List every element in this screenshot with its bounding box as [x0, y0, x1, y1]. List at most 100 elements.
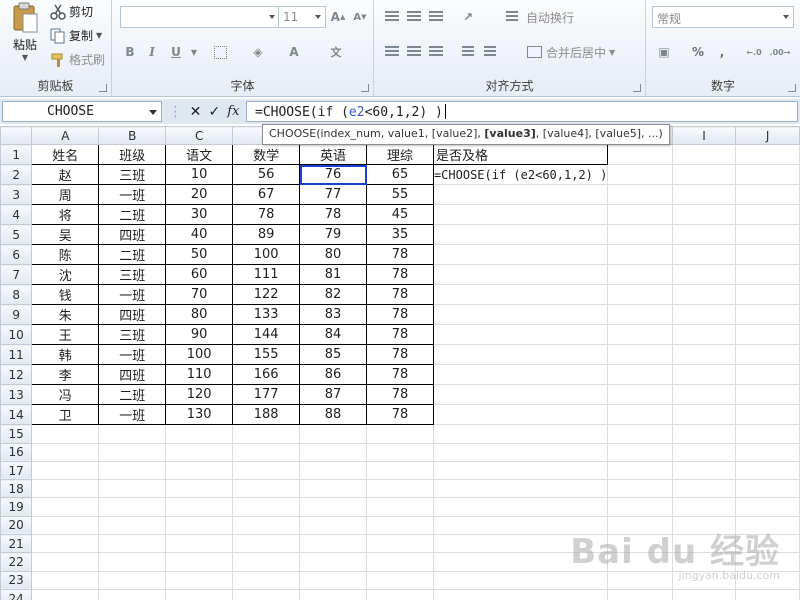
cell[interactable] — [432, 552, 609, 572]
cell[interactable] — [31, 460, 100, 481]
cell[interactable] — [607, 204, 673, 226]
underline-icon[interactable]: U — [166, 42, 186, 62]
cell[interactable]: 65 — [366, 164, 434, 186]
cell[interactable] — [671, 164, 737, 186]
cell[interactable] — [671, 324, 737, 346]
cell[interactable]: 钱 — [31, 284, 100, 306]
cell[interactable] — [607, 479, 673, 499]
cell[interactable] — [165, 588, 234, 600]
cell[interactable] — [671, 570, 737, 590]
cell[interactable] — [735, 344, 800, 366]
row-header[interactable]: 9 — [0, 304, 33, 326]
cell[interactable] — [232, 442, 301, 462]
increase-decimal-icon[interactable]: ←.0 — [744, 42, 764, 62]
cell[interactable] — [165, 424, 234, 444]
row-header[interactable]: 2 — [0, 164, 33, 186]
cell[interactable]: 85 — [299, 344, 368, 366]
cell[interactable] — [671, 344, 737, 366]
cell[interactable] — [671, 479, 737, 499]
cell[interactable]: 83 — [299, 304, 368, 326]
cell[interactable] — [165, 479, 234, 499]
cell[interactable]: 30 — [165, 204, 234, 226]
row-header[interactable]: 15 — [0, 424, 33, 444]
percent-style-button[interactable]: % — [688, 42, 708, 62]
cell[interactable] — [607, 244, 673, 266]
cell[interactable] — [165, 497, 234, 517]
cell[interactable]: 78 — [366, 264, 434, 286]
cell[interactable]: 二班 — [98, 204, 167, 226]
cell[interactable]: 78 — [366, 324, 434, 346]
header-cell[interactable]: 是否及格 — [432, 144, 609, 166]
cell[interactable] — [735, 164, 800, 186]
number-format-combo[interactable]: 常规 — [652, 6, 794, 28]
grow-font-icon[interactable]: A ▲ — [328, 7, 348, 27]
cell[interactable]: 沈 — [31, 264, 100, 286]
cell[interactable] — [232, 497, 301, 517]
comma-style-button[interactable]: , — [712, 42, 732, 62]
cell[interactable] — [232, 552, 301, 572]
cell[interactable] — [432, 364, 609, 386]
merge-dropdown-icon[interactable]: ▼ — [609, 48, 615, 57]
cell[interactable] — [432, 224, 609, 246]
cell[interactable]: 80 — [299, 244, 368, 266]
cell[interactable] — [432, 424, 609, 444]
align-right-icon[interactable] — [426, 42, 446, 62]
cell[interactable] — [607, 552, 673, 572]
cell[interactable] — [607, 324, 673, 346]
row-header[interactable]: 18 — [0, 479, 33, 499]
font-color-icon[interactable]: A — [284, 42, 304, 62]
cell[interactable]: 78 — [366, 304, 434, 326]
cell[interactable]: 四班 — [98, 304, 167, 326]
cell[interactable]: 78 — [232, 204, 301, 226]
number-launcher-icon[interactable] — [788, 84, 796, 92]
cell[interactable] — [607, 570, 673, 590]
header-cell[interactable]: 语文 — [165, 144, 234, 166]
cell[interactable] — [735, 479, 800, 499]
cell[interactable] — [607, 588, 673, 600]
cell[interactable]: 三班 — [98, 164, 167, 186]
cell[interactable]: 122 — [232, 284, 301, 306]
cell[interactable] — [671, 384, 737, 406]
cell[interactable] — [607, 384, 673, 406]
cell[interactable]: 吴 — [31, 224, 100, 246]
header-cell[interactable]: 班级 — [98, 144, 167, 166]
cell[interactable] — [299, 588, 368, 600]
cell[interactable]: 78 — [366, 344, 434, 366]
cell[interactable] — [366, 479, 434, 499]
cell[interactable] — [31, 515, 100, 536]
cell[interactable] — [671, 460, 737, 481]
cell[interactable] — [671, 515, 737, 536]
cell[interactable] — [607, 144, 673, 166]
cell[interactable] — [671, 284, 737, 306]
copy-dropdown-icon[interactable]: ▼ — [96, 31, 102, 40]
copy-button[interactable]: 复制 ▼ — [50, 27, 102, 44]
cell[interactable]: 55 — [366, 184, 434, 206]
cell[interactable] — [735, 497, 800, 517]
cell[interactable]: 朱 — [31, 304, 100, 326]
row-header[interactable]: 24 — [0, 588, 33, 600]
cell[interactable]: 77 — [299, 184, 368, 206]
cell[interactable] — [671, 224, 737, 246]
cell[interactable] — [31, 552, 100, 572]
fill-color-icon[interactable]: ◈ — [248, 42, 268, 62]
paste-button[interactable]: 粘贴 ▼ — [8, 2, 42, 62]
align-middle-icon[interactable] — [404, 7, 424, 27]
cell[interactable] — [299, 460, 368, 481]
cell[interactable] — [735, 224, 800, 246]
editing-cell[interactable]: =CHOOSE(if (e2<60,1,2) ) — [432, 164, 609, 186]
shrink-font-icon[interactable]: A ▼ — [350, 7, 370, 27]
cell[interactable]: 78 — [366, 384, 434, 406]
cell[interactable] — [366, 588, 434, 600]
cell[interactable] — [299, 479, 368, 499]
cell[interactable] — [98, 460, 167, 481]
cell[interactable] — [31, 588, 100, 600]
header-cell[interactable]: 理综 — [366, 144, 434, 166]
insert-function-icon[interactable]: fx — [227, 104, 239, 119]
cell[interactable] — [432, 284, 609, 306]
cell[interactable]: 100 — [165, 344, 234, 366]
cell[interactable] — [98, 497, 167, 517]
cell[interactable]: 89 — [232, 224, 301, 246]
cell[interactable]: 76 — [299, 164, 368, 186]
cell[interactable] — [165, 534, 234, 554]
cell[interactable] — [671, 442, 737, 462]
